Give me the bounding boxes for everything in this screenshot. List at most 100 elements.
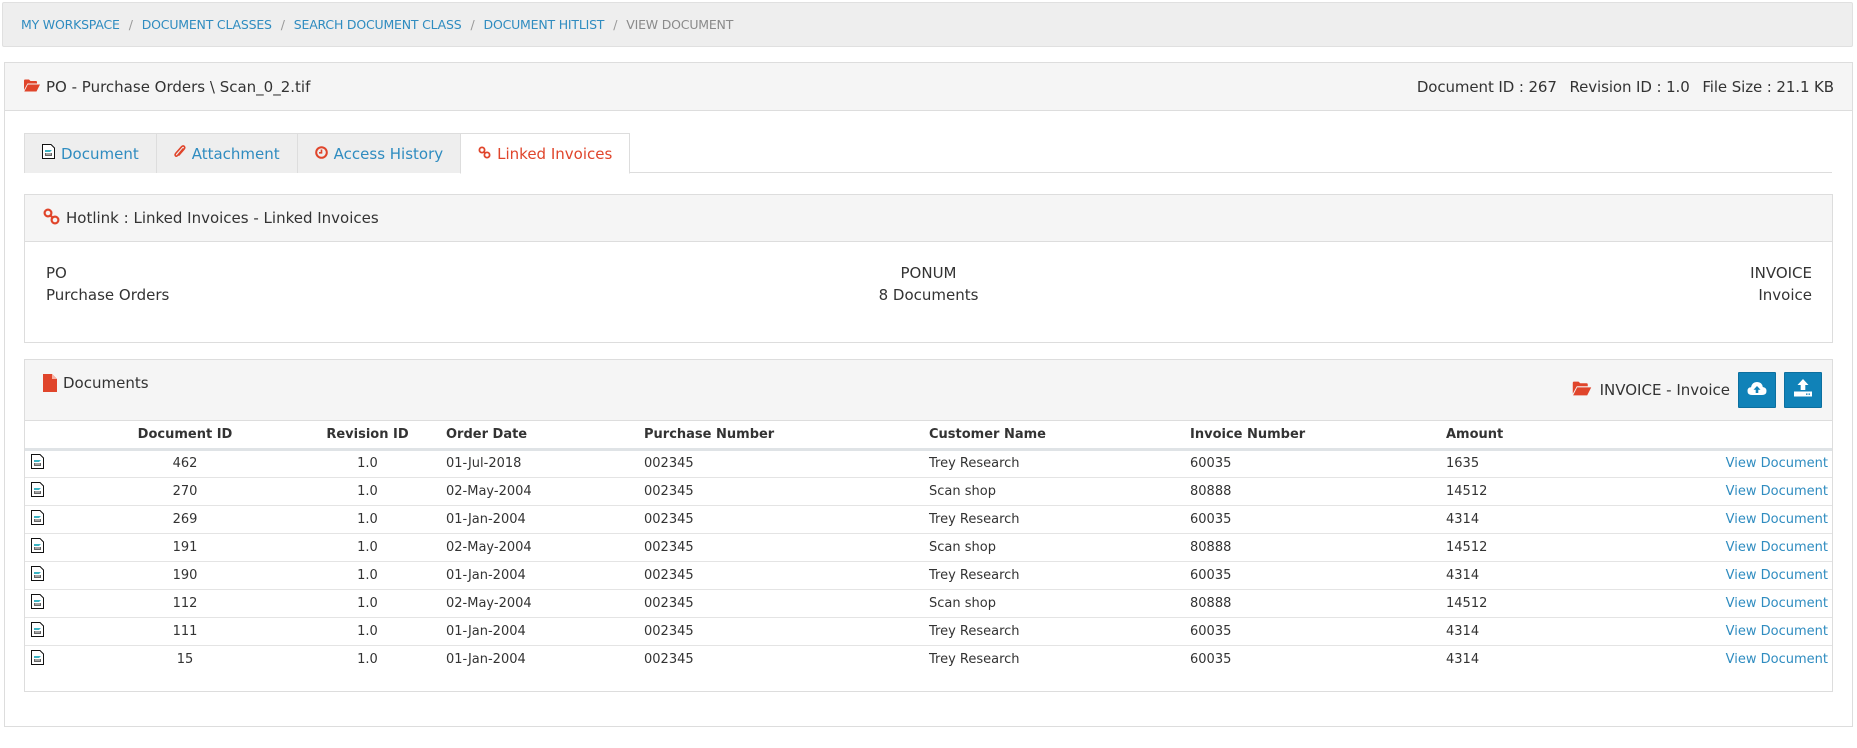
cell-document-id: 270	[75, 477, 295, 506]
cell-amount: 14512	[1440, 477, 1640, 506]
column-header-purchase-number[interactable]: Purchase Number	[638, 421, 923, 451]
cell-customer-name: Scan shop	[923, 589, 1184, 618]
tab-label: Linked Invoices	[497, 144, 613, 163]
scanned-document-icon[interactable]	[31, 454, 44, 473]
view-document-link[interactable]: View Document	[1726, 652, 1828, 667]
tab-linked-invoices[interactable]: Linked Invoices	[460, 133, 631, 174]
link-icon	[478, 145, 491, 163]
cell-customer-name: Scan shop	[923, 477, 1184, 506]
column-header-invoice-number[interactable]: Invoice Number	[1184, 421, 1440, 451]
scanned-document-icon[interactable]	[31, 537, 44, 557]
document-id: Document ID : 267	[1416, 77, 1557, 96]
view-document-link[interactable]: View Document	[1726, 568, 1828, 583]
file-icon	[43, 374, 57, 396]
cell-amount: 4314	[1440, 505, 1640, 534]
upload-button[interactable]	[1784, 372, 1822, 408]
cell-document-id: 190	[75, 561, 295, 590]
cell-amount: 1635	[1440, 449, 1640, 478]
cell-customer-name: Trey Research	[923, 449, 1184, 478]
row-icon-cell	[25, 449, 75, 478]
tab-attachment[interactable]: Attachment	[155, 133, 298, 173]
cell-actions: View Document	[1640, 589, 1832, 618]
breadcrumb: MY WORKSPACE / DOCUMENT CLASSES / SEARCH…	[2, 2, 1853, 47]
cell-purchase-number: 002345	[638, 561, 923, 590]
scanned-document-icon[interactable]	[31, 481, 44, 501]
cell-actions: View Document	[1640, 533, 1832, 562]
cell-purchase-number: 002345	[638, 505, 923, 534]
source-class-name: Purchase Orders	[46, 286, 170, 304]
column-header-customer-name[interactable]: Customer Name	[923, 421, 1184, 451]
row-icon-cell	[25, 561, 75, 590]
scanned-document-icon[interactable]	[31, 593, 44, 613]
cloud-upload-icon	[1747, 381, 1767, 400]
breadcrumb-document-hitlist[interactable]: DOCUMENT HITLIST	[484, 17, 605, 32]
cell-revision-id: 1.0	[295, 533, 440, 562]
cell-invoice-number: 80888	[1184, 533, 1440, 562]
cell-revision-id: 1.0	[295, 505, 440, 534]
cell-customer-name: Trey Research	[923, 505, 1184, 534]
cell-actions: View Document	[1640, 505, 1832, 534]
column-header-amount[interactable]: Amount	[1440, 421, 1640, 451]
breadcrumb-search-document-class[interactable]: SEARCH DOCUMENT CLASS	[294, 17, 462, 32]
table-row: 190 1.0 01-Jan-2004 002345 Trey Research…	[25, 561, 1832, 590]
hotlink-panel: Hotlink : Linked Invoices - Linked Invoi…	[24, 194, 1833, 343]
target-class-name: Invoice	[1758, 286, 1812, 304]
cell-order-date: 01-Jan-2004	[440, 617, 638, 646]
hotlink-heading: Hotlink : Linked Invoices - Linked Invoi…	[25, 195, 1832, 242]
tab-label: Document	[61, 144, 139, 163]
table-row: 191 1.0 02-May-2004 002345 Scan shop 808…	[25, 533, 1832, 562]
tab-access-history[interactable]: Access History	[296, 133, 462, 173]
table-row: 111 1.0 01-Jan-2004 002345 Trey Research…	[25, 617, 1832, 646]
column-header-revision-id[interactable]: Revision ID	[295, 421, 440, 451]
folder-open-icon	[1572, 381, 1592, 400]
cell-revision-id: 1.0	[295, 561, 440, 590]
cell-purchase-number: 002345	[638, 449, 923, 478]
scanned-document-icon[interactable]	[31, 649, 44, 669]
table-row: 462 1.0 01-Jul-2018 002345 Trey Research…	[25, 449, 1832, 478]
cell-customer-name: Trey Research	[923, 561, 1184, 590]
column-header-document-id[interactable]: Document ID	[75, 421, 295, 451]
document-view-panel: PO - Purchase Orders \ Scan_0_2.tif Docu…	[4, 62, 1853, 727]
view-document-link[interactable]: View Document	[1726, 484, 1828, 499]
documents-panel: Documents INVOICE - Invoice Document ID …	[24, 359, 1833, 692]
table-row: 269 1.0 01-Jan-2004 002345 Trey Research…	[25, 505, 1832, 534]
row-icon-cell	[25, 645, 75, 673]
scanned-document-icon[interactable]	[31, 621, 44, 641]
cell-customer-name: Scan shop	[923, 533, 1184, 562]
cell-purchase-number: 002345	[638, 533, 923, 562]
breadcrumb-separator: /	[613, 17, 618, 32]
cell-amount: 4314	[1440, 617, 1640, 646]
tab-document[interactable]: Document	[24, 133, 157, 173]
cell-revision-id: 1.0	[295, 477, 440, 506]
scanned-document-icon[interactable]	[31, 565, 44, 585]
view-document-link[interactable]: View Document	[1726, 540, 1828, 555]
file-size: File Size : 21.1 KB	[1702, 77, 1834, 96]
documents-title: Documents	[63, 374, 149, 392]
cell-order-date: 02-May-2004	[440, 589, 638, 618]
source-class-code: PO	[46, 264, 67, 282]
documents-table: Document ID Revision ID Order Date Purch…	[25, 421, 1832, 673]
cell-revision-id: 1.0	[295, 449, 440, 478]
breadcrumb-my-workspace[interactable]: MY WORKSPACE	[21, 17, 120, 32]
cell-invoice-number: 60035	[1190, 651, 1232, 667]
view-document-link[interactable]: View Document	[1726, 512, 1828, 527]
breadcrumb-separator: /	[280, 17, 285, 32]
column-header-order-date[interactable]: Order Date	[440, 421, 638, 451]
target-class-code: INVOICE	[1750, 264, 1812, 282]
table-row: 112 1.0 02-May-2004 002345 Scan shop 808…	[25, 589, 1832, 618]
cell-invoice-number: 80888	[1184, 589, 1440, 618]
scanned-document-icon[interactable]	[31, 509, 44, 529]
view-document-link[interactable]: View Document	[1726, 624, 1828, 639]
hotlink-title: Hotlink : Linked Invoices - Linked Invoi…	[66, 209, 379, 227]
cell-document-id: 111	[75, 617, 295, 646]
cell-order-date: 01-Jan-2004	[446, 651, 526, 667]
revision-id: Revision ID : 1.0	[1569, 77, 1690, 96]
view-document-link[interactable]: View Document	[1726, 596, 1828, 611]
cell-purchase-number: 002345	[644, 651, 694, 667]
link-field-name: PONUM	[900, 264, 957, 282]
breadcrumb-document-classes[interactable]: DOCUMENT CLASSES	[142, 17, 272, 32]
cell-order-date: 01-Jul-2018	[440, 449, 638, 478]
cloud-upload-button[interactable]	[1738, 372, 1776, 408]
view-document-link[interactable]: View Document	[1726, 456, 1828, 471]
hotlink-link-field: PONUM 8 Documents	[25, 262, 1832, 306]
